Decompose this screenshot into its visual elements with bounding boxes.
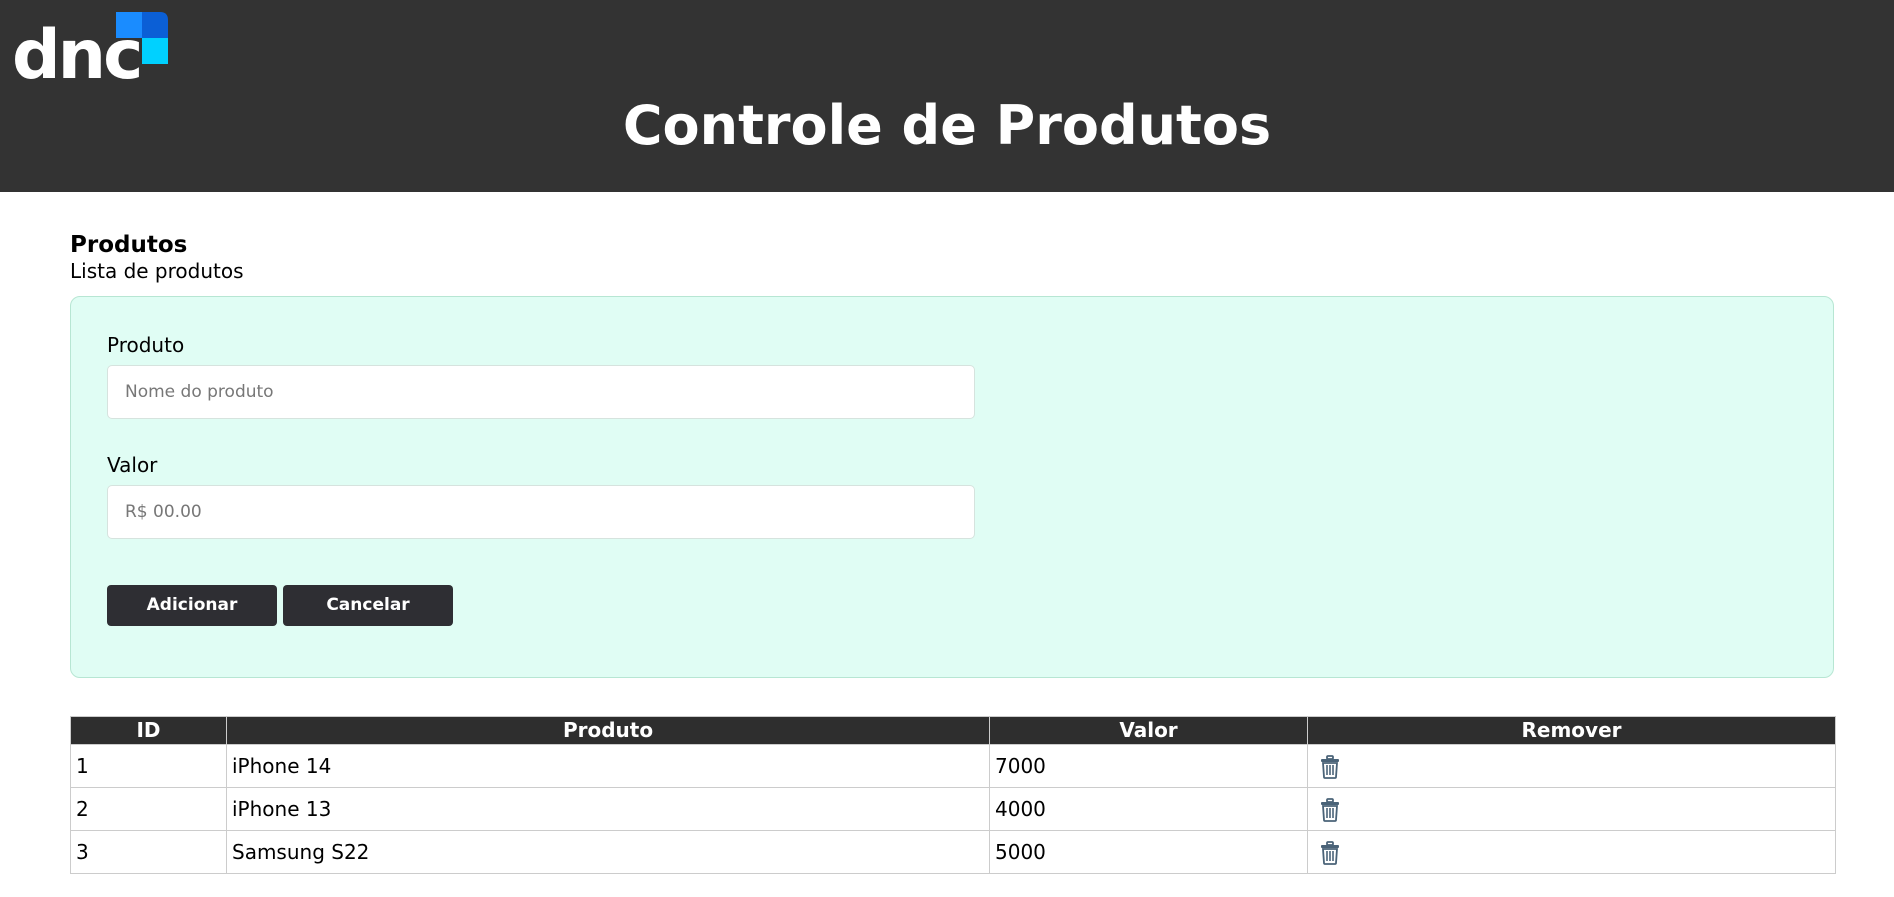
column-header-valor: Valor [989,716,1308,745]
cell-remover [1307,830,1836,874]
cell-produto: iPhone 13 [226,787,990,831]
trash-icon[interactable] [1319,754,1341,779]
cell-valor: 5000 [989,830,1308,874]
price-label: Valor [107,453,158,477]
logo-squares-icon [116,12,168,64]
cell-produto: iPhone 14 [226,744,990,788]
column-header-remover: Remover [1307,716,1836,745]
column-header-id: ID [70,716,227,745]
trash-icon[interactable] [1319,840,1341,865]
table-row: 3 Samsung S22 5000 [70,830,1836,874]
dnc-logo[interactable]: dnc [12,12,172,92]
cell-valor: 4000 [989,787,1308,831]
cell-id: 3 [70,830,227,874]
cell-valor: 7000 [989,744,1308,788]
table-row: 1 iPhone 14 7000 [70,744,1836,788]
app-header: dnc Controle de Produtos [0,0,1894,192]
product-form: Produto Valor Adicionar Cancelar [70,296,1834,678]
product-label: Produto [107,333,185,357]
trash-icon[interactable] [1319,797,1341,822]
page-title: Controle de Produtos [622,94,1272,157]
cell-remover [1307,744,1836,788]
table-row: 2 iPhone 13 4000 [70,787,1836,831]
cell-id: 1 [70,744,227,788]
cell-id: 2 [70,787,227,831]
section-subtitle: Lista de produtos [70,259,244,283]
products-table: ID Produto Valor Remover 1 iPhone 14 700… [70,716,1836,874]
section-title: Produtos [70,232,188,258]
table-header-row: ID Produto Valor Remover [70,716,1836,745]
price-input[interactable] [107,485,975,539]
product-name-input[interactable] [107,365,975,419]
column-header-produto: Produto [226,716,990,745]
cell-remover [1307,787,1836,831]
cell-produto: Samsung S22 [226,830,990,874]
products-table-container: ID Produto Valor Remover 1 iPhone 14 700… [70,716,1836,874]
cancel-button[interactable]: Cancelar [283,585,453,626]
add-button[interactable]: Adicionar [107,585,277,626]
